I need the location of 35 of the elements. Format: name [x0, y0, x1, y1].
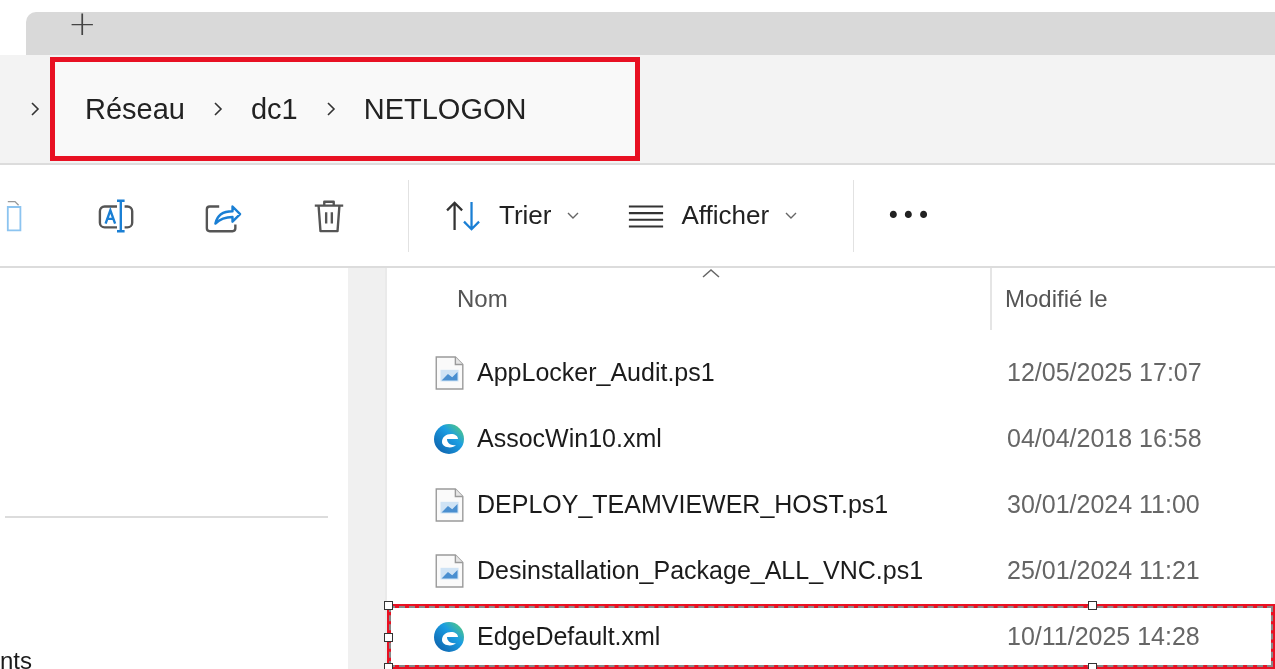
modified-date: 30/01/2024 11:00: [1006, 490, 1200, 519]
sort-button[interactable]: Trier: [439, 191, 586, 240]
breadcrumb-item[interactable]: Réseau: [85, 92, 185, 126]
file-name[interactable]: Desinstallation_Package_ALL_VNC.ps1: [477, 556, 924, 585]
resize-handle[interactable]: [384, 632, 393, 642]
chevron-icon[interactable]: [30, 101, 40, 117]
edge-icon: [433, 619, 465, 654]
breadcrumb-item[interactable]: NETLOGON: [363, 92, 527, 126]
new-tab-button[interactable]: +: [64, 6, 101, 40]
modified-date: 12/05/2025 17:07: [1006, 358, 1202, 387]
resize-handle[interactable]: [384, 601, 393, 610]
chevron-icon[interactable]: [212, 101, 223, 117]
rename-icon[interactable]: [98, 197, 136, 234]
file-name[interactable]: DEPLOY_TEAMVIEWER_HOST.ps1: [477, 490, 889, 519]
breadcrumb-item[interactable]: dc1: [250, 92, 298, 126]
script-file-icon: [433, 355, 465, 390]
file-name[interactable]: AssocWin10.xml: [477, 424, 662, 453]
resize-handle[interactable]: [1088, 601, 1097, 610]
edge-icon: [433, 421, 465, 456]
caret-icon: [785, 211, 798, 220]
sort-icon: [445, 199, 483, 232]
file-name[interactable]: AppLocker_Audit.ps1: [477, 358, 715, 387]
modified-date: 10/11/2025 14:28: [1006, 622, 1200, 651]
script-file-icon: [433, 553, 465, 588]
navigation-item[interactable]: nts: [0, 649, 348, 669]
more-button[interactable]: •••: [880, 195, 938, 236]
caret-icon: [567, 211, 580, 220]
modified-date: 25/01/2024 11:21: [1006, 556, 1200, 585]
file-name[interactable]: EdgeDefault.xml: [477, 622, 661, 651]
column-header[interactable]: Modifié le: [1005, 285, 1108, 313]
chevron-icon[interactable]: [325, 101, 336, 117]
modified-date: 04/04/2018 16:58: [1006, 424, 1202, 453]
column-header[interactable]: Nom: [457, 285, 508, 313]
script-file-icon: [433, 487, 465, 522]
view-button[interactable]: Afficher: [621, 191, 804, 240]
